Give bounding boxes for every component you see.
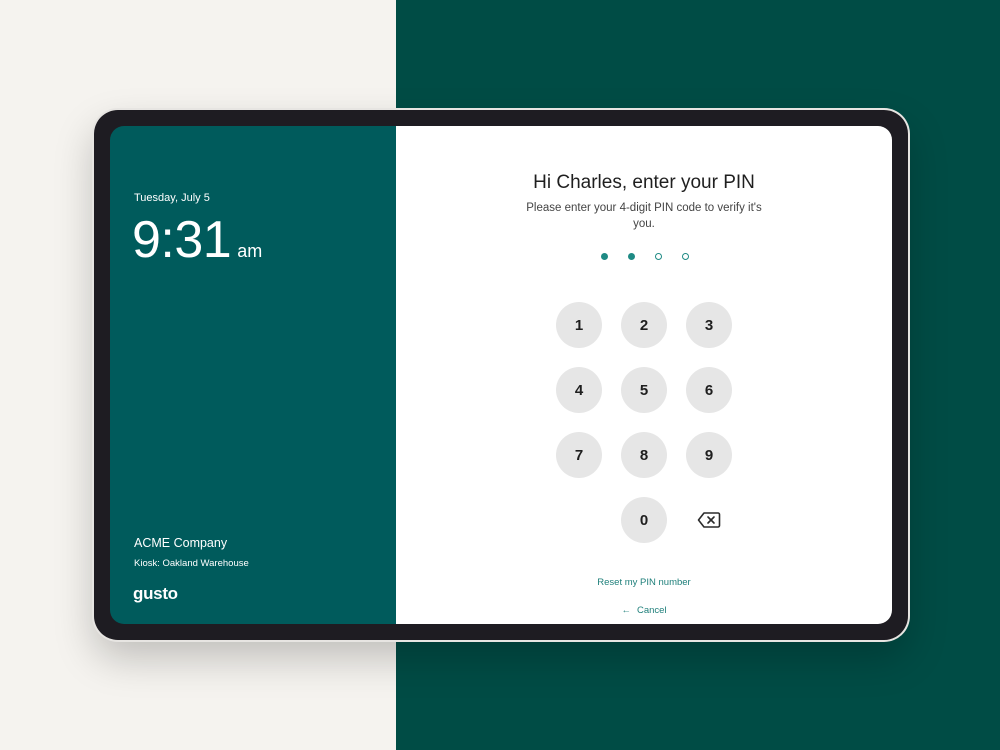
arrow-left-icon: ← — [621, 605, 631, 616]
pin-dot-empty — [682, 253, 689, 260]
company-name: ACME Company — [134, 536, 228, 550]
time-ampm: am — [237, 241, 263, 261]
time-value: 9:31 — [132, 211, 232, 269]
gusto-logo: gusto — [133, 584, 178, 603]
key-0[interactable]: 0 — [621, 497, 667, 543]
key-8[interactable]: 8 — [621, 432, 667, 478]
pin-panel: Hi Charles, enter your PIN Please enter … — [396, 126, 892, 624]
backspace-icon — [697, 512, 721, 528]
current-date: Tuesday, July 5 — [134, 192, 210, 204]
tablet-frame: Tuesday, July 5 9:31 am ACME Company Kio… — [94, 110, 908, 640]
reset-pin-link[interactable]: Reset my PIN number — [396, 577, 892, 588]
clock-panel: Tuesday, July 5 9:31 am ACME Company Kio… — [110, 126, 396, 624]
key-spacer — [556, 497, 602, 543]
key-6[interactable]: 6 — [686, 367, 732, 413]
pin-dot-filled — [601, 253, 608, 260]
key-9[interactable]: 9 — [686, 432, 732, 478]
kiosk-location: Kiosk: Oakland Warehouse — [134, 558, 249, 569]
tablet-screen: Tuesday, July 5 9:31 am ACME Company Kio… — [110, 126, 892, 624]
key-1[interactable]: 1 — [556, 302, 602, 348]
pin-indicator — [601, 253, 689, 260]
cancel-link[interactable]: ← Cancel — [396, 605, 892, 616]
key-5[interactable]: 5 — [621, 367, 667, 413]
key-7[interactable]: 7 — [556, 432, 602, 478]
backspace-button[interactable] — [686, 497, 732, 543]
pin-heading: Hi Charles, enter your PIN — [533, 172, 755, 193]
pin-dot-empty — [655, 253, 662, 260]
key-4[interactable]: 4 — [556, 367, 602, 413]
current-time: 9:31 am — [132, 211, 263, 269]
pin-dot-filled — [628, 253, 635, 260]
number-keypad: 1 2 3 4 5 6 7 8 9 0 — [556, 302, 732, 543]
cancel-label: Cancel — [636, 605, 667, 616]
key-2[interactable]: 2 — [621, 302, 667, 348]
pin-subheading: Please enter your 4-digit PIN code to ve… — [526, 202, 762, 230]
key-3[interactable]: 3 — [686, 302, 732, 348]
